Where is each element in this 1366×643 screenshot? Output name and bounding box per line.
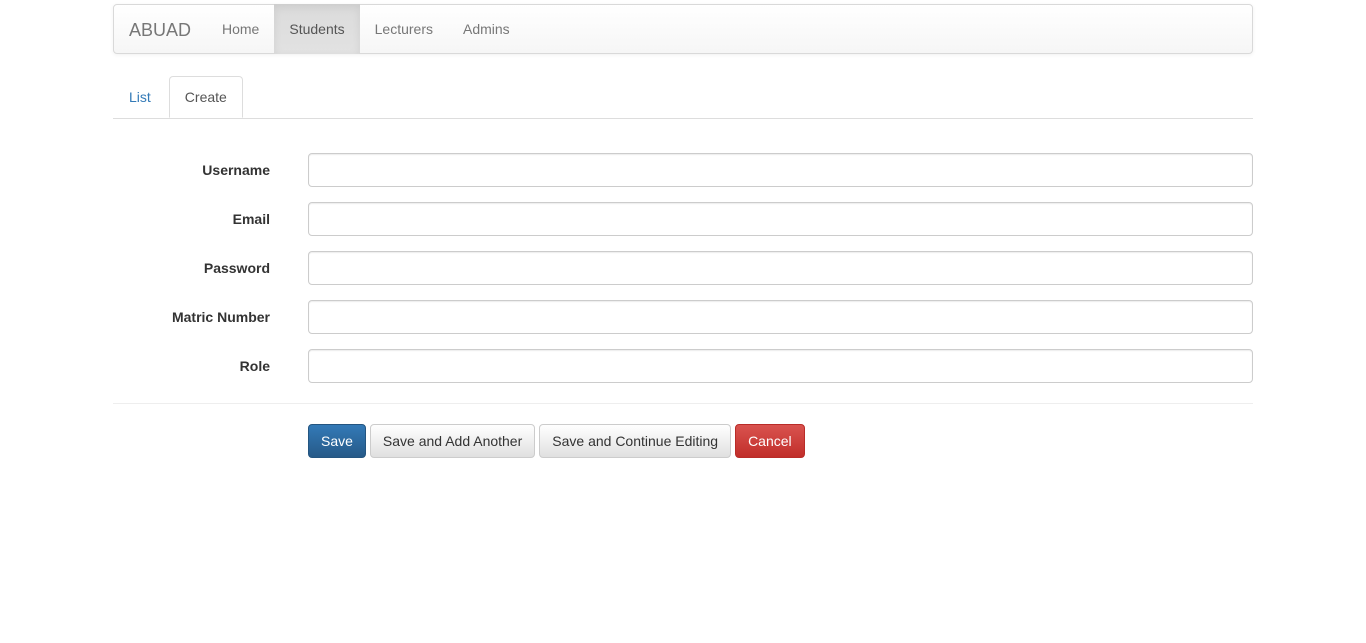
matric-number-input[interactable] (308, 300, 1253, 334)
form-row-email: Email (113, 202, 1253, 236)
form-row-role: Role (113, 349, 1253, 383)
matric-number-label: Matric Number (171, 309, 270, 325)
form-row-username: Username (113, 153, 1253, 187)
tab-list[interactable]: List (113, 76, 167, 117)
main-container: ABUAD Home Students Lecturers Admins Lis… (113, 4, 1253, 458)
main-nav: Home Students Lecturers Admins (207, 4, 525, 54)
nav-item-lecturers[interactable]: Lecturers (360, 4, 448, 54)
form-actions: Save Save and Add Another Save and Conti… (308, 424, 805, 458)
username-label: Username (202, 162, 270, 178)
username-input[interactable] (308, 153, 1253, 187)
email-label: Email (232, 211, 270, 227)
save-and-continue-editing-button[interactable]: Save and Continue Editing (539, 424, 732, 458)
tab-create[interactable]: Create (168, 76, 243, 118)
nav-item-admins[interactable]: Admins (448, 4, 525, 54)
save-and-add-another-button[interactable]: Save and Add Another (369, 424, 536, 458)
email-input[interactable] (308, 202, 1253, 236)
role-input[interactable] (308, 349, 1253, 383)
brand-logo-link[interactable]: ABUAD (129, 5, 191, 55)
password-label: Password (203, 260, 270, 276)
view-tabs: List Create (113, 76, 1253, 119)
form-row-matric-number: Matric Number (113, 300, 1253, 334)
role-label: Role (239, 358, 270, 374)
nav-item-home[interactable]: Home (207, 4, 274, 54)
cancel-button[interactable]: Cancel (735, 424, 805, 458)
form-row-password: Password (113, 251, 1253, 285)
top-navbar: ABUAD Home Students Lecturers Admins (113, 4, 1253, 54)
nav-item-students[interactable]: Students (274, 4, 360, 54)
password-input[interactable] (308, 251, 1253, 285)
form-divider (113, 403, 1253, 404)
save-button[interactable]: Save (308, 424, 366, 458)
